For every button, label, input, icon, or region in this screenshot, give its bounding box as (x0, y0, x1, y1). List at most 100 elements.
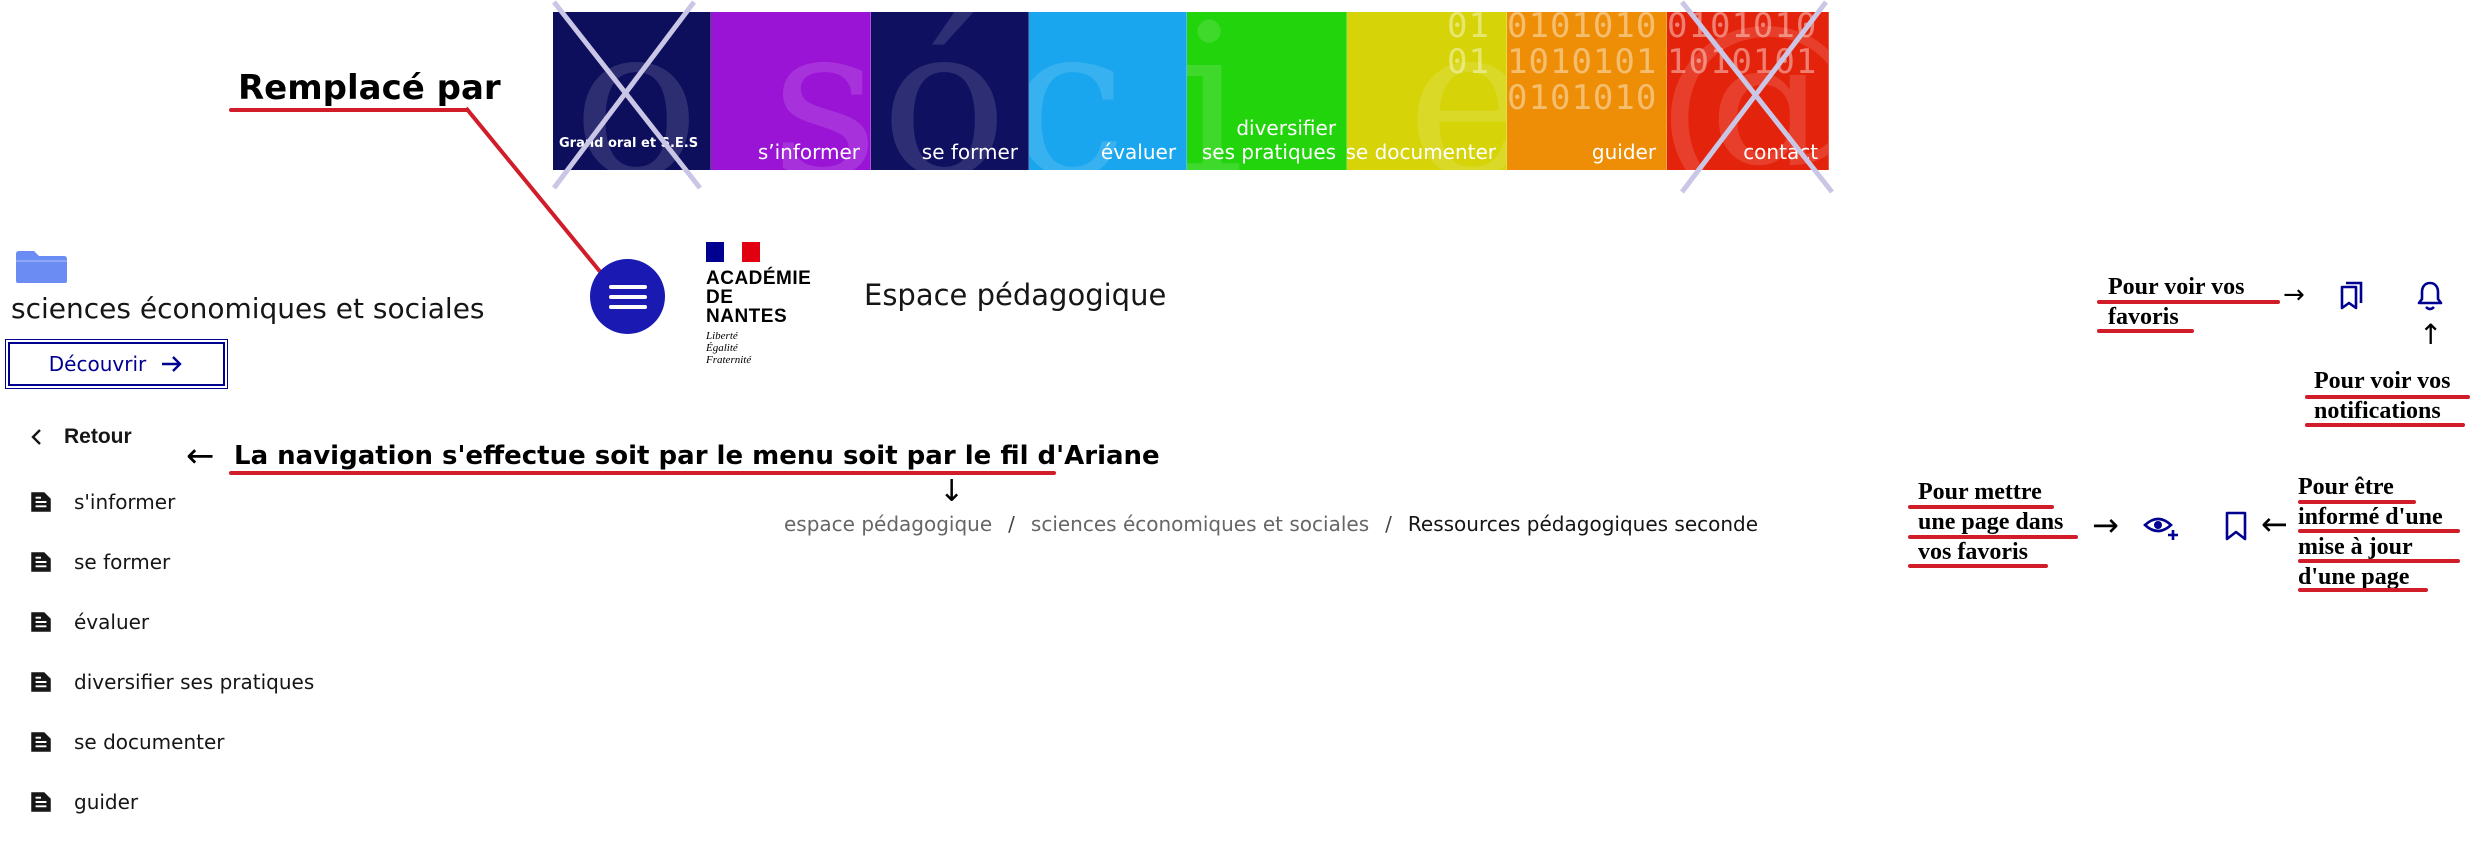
eye-plus-icon (2143, 517, 2178, 540)
sidebar-item-s-informer[interactable]: s'informer (28, 489, 175, 515)
annotation-underline (2097, 329, 2194, 333)
annotation-line: mise à jour (2298, 534, 2413, 560)
arrow-right-icon (162, 356, 182, 372)
annotation-underline (229, 108, 469, 112)
sidebar-item-label: guider (74, 790, 139, 814)
favorites-list-button[interactable] (2330, 276, 2370, 316)
cross-mark-icon (1680, 0, 1834, 194)
logo-motto-3: Fraternité (706, 354, 752, 366)
annotation-underline (1908, 564, 2048, 568)
bookmark-icon (2225, 511, 2247, 541)
folder-icon (16, 251, 67, 283)
arrow-left-annotation: ← (2261, 505, 2288, 543)
breadcrumb: espace pédagogique / sciences économique… (784, 512, 1758, 536)
annotation-underline (2298, 588, 2428, 592)
breadcrumb-separator: / (1385, 512, 1392, 536)
site-name[interactable]: Espace pédagogique (864, 278, 1166, 312)
banner-tile-guider[interactable]: 0101010 1010101 0101010 guider (1507, 12, 1668, 170)
annotation-underline (229, 471, 1056, 475)
annotation-underline (2305, 423, 2465, 427)
breadcrumb-link[interactable]: sciences économiques et sociales (1031, 512, 1369, 536)
annotation-line: informé d'une (2298, 504, 2443, 530)
arrow-right-annotation: → (2092, 506, 2119, 544)
annotation-underline (2305, 395, 2470, 399)
logo-motto-2: Égalité (706, 342, 738, 354)
bookmarks-icon (2340, 281, 2363, 310)
annotation-underline (1908, 535, 2078, 539)
bell-icon (2417, 281, 2443, 311)
banner-tile-label: guider (1591, 140, 1657, 164)
annotation-line: Pour voir vos (2314, 368, 2451, 394)
sidebar-item-label: s'informer (74, 490, 176, 514)
document-icon (31, 552, 51, 572)
breadcrumb-current: Ressources pédagogiques seconde (1407, 512, 1759, 536)
banner-tile-label: diversifier ses pratiques (1202, 116, 1336, 164)
annotation-line: Pour voir vos (2108, 274, 2245, 300)
banner-tile-s-informer[interactable]: s s’informer (711, 12, 872, 170)
banner-tile-diversifier[interactable]: i diversifier ses pratiques (1187, 12, 1348, 170)
annotation-underline (1908, 505, 2054, 509)
logo-motto: Liberté Égalité Fraternité (706, 330, 816, 366)
annotation-line: Pour mettre (1918, 479, 2042, 505)
document-icon (31, 672, 51, 692)
sidebar-item-evaluer[interactable]: évaluer (28, 609, 149, 635)
document-icon (31, 732, 51, 752)
logo-motto-1: Liberté (706, 330, 738, 342)
marianne-flag-icon (706, 242, 760, 262)
add-to-favorites-button[interactable] (2141, 506, 2183, 546)
hamburger-icon (608, 284, 647, 309)
sidebar-item-label: se documenter (74, 730, 225, 754)
notifications-button[interactable] (2410, 276, 2450, 316)
document-icon (31, 492, 51, 512)
annotation-underline (2298, 559, 2460, 563)
sidebar-item-se-former[interactable]: se former (28, 549, 170, 575)
academie-logo[interactable]: ACADÉMIE DE NANTES Liberté Égalité Frate… (706, 242, 816, 366)
arrow-right-annotation: → (2283, 280, 2305, 310)
annotation-line: vos favoris (1918, 539, 2028, 565)
arrow-up-annotation: ↑ (2419, 318, 2443, 351)
banner-tile-se-former[interactable]: ó se former (871, 12, 1030, 170)
arrow-down-annotation: ↓ (939, 474, 965, 509)
sidebar-item-guider[interactable]: guider (28, 789, 138, 815)
logo-line2: DE NANTES (706, 287, 788, 327)
banner-tile-label: se former (921, 140, 1019, 164)
sidebar-item-se-documenter[interactable]: se documenter (28, 729, 225, 755)
annotation-underline (2298, 500, 2416, 504)
sidebar-item-label: diversifier ses pratiques (74, 670, 315, 694)
banner-tile-label: se documenter (1347, 140, 1497, 164)
annotation-pointer-line (464, 106, 604, 276)
logo-line1: ACADÉMIE (706, 268, 812, 289)
old-site-banner: o Grand oral et S.E.S s s’informer ó se … (553, 12, 1830, 170)
annotation-line: favoris (2108, 304, 2179, 330)
document-icon (31, 792, 51, 812)
follow-page-button[interactable] (2216, 506, 2256, 546)
annotation-line: une page dans (1918, 509, 2064, 535)
annotation-underline (2097, 300, 2280, 304)
breadcrumb-link[interactable]: espace pédagogique (784, 512, 992, 536)
banner-tile-se-documenter[interactable]: 0101 e se documenter (1347, 12, 1508, 170)
discover-button-label: Découvrir (48, 352, 147, 376)
sidebar-item-label: se former (74, 550, 171, 574)
navigation-note-annotation: La navigation s'effectue soit par le men… (234, 441, 1160, 471)
banner-tile-label: s’informer (757, 140, 861, 164)
menu-button[interactable] (590, 259, 665, 334)
breadcrumb-separator: / (1008, 512, 1015, 536)
banner-tile-label-line1: diversifier (1236, 116, 1337, 140)
back-link[interactable]: Retour (28, 425, 132, 449)
add-favorite-annotation: Pour mettre une page dans vos favoris (1918, 477, 2063, 567)
banner-tile-label: évaluer (1100, 140, 1177, 164)
annotation-line: notifications (2314, 398, 2441, 424)
sidebar-item-diversifier[interactable]: diversifier ses pratiques (28, 669, 314, 695)
annotation-line: Pour être (2298, 474, 2394, 500)
chevron-left-icon (31, 429, 41, 445)
discover-button[interactable]: Découvrir (5, 339, 228, 389)
rubric-title: sciences économiques et sociales (11, 292, 485, 325)
arrow-left-annotation: ← (186, 436, 215, 476)
banner-tile-label-line2: ses pratiques (1201, 140, 1337, 164)
banner-tile-evaluer[interactable]: c évaluer (1029, 12, 1188, 170)
sidebar-item-label: évaluer (74, 610, 150, 634)
document-icon (31, 612, 51, 632)
annotation-underline (2298, 529, 2460, 533)
back-link-label: Retour (64, 425, 132, 448)
annotation-line: d'une page (2298, 564, 2410, 590)
